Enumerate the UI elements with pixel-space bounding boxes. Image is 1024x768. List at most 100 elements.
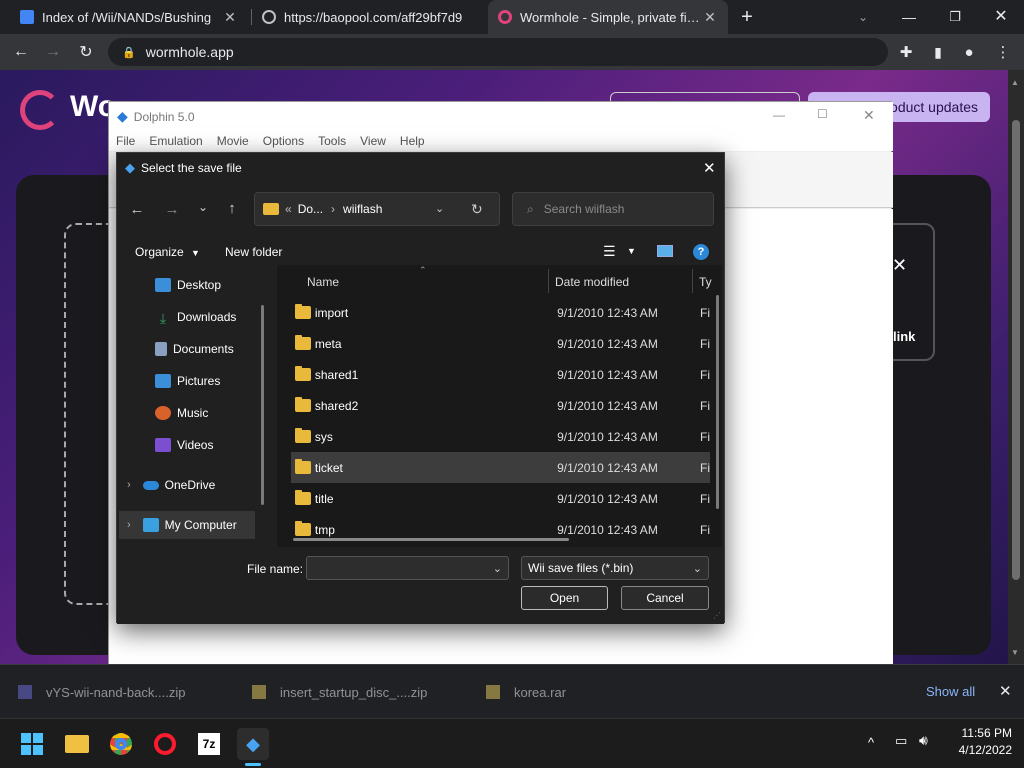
- file-name: meta: [314, 336, 342, 351]
- close-icon[interactable]: ✕: [222, 9, 238, 26]
- download-item[interactable]: vYS-wii-nand-back....zip: [18, 665, 223, 719]
- close-icon[interactable]: ✕: [892, 255, 907, 276]
- volume-icon[interactable]: 🔊︎: [919, 732, 928, 749]
- show-all-link[interactable]: Show all: [926, 684, 975, 699]
- organize-button[interactable]: Organize ▼: [135, 245, 200, 259]
- menu-icon[interactable]: ⋮: [992, 41, 1014, 63]
- chevron-right-icon[interactable]: ›: [127, 519, 131, 531]
- sidepanel-icon[interactable]: ▮: [927, 41, 949, 63]
- up-icon[interactable]: ↑: [221, 200, 243, 217]
- breadcrumb-part-2[interactable]: wiiflash: [343, 202, 382, 216]
- windows-start-icon[interactable]: [16, 728, 48, 760]
- chevron-down-icon[interactable]: ⌄: [435, 202, 444, 215]
- file-row[interactable]: meta 9/1/2010 12:43 AM Fi: [291, 328, 710, 359]
- address-breadcrumb[interactable]: « Do... › wiiflash ⌄ ↻: [254, 192, 500, 226]
- minimize-icon[interactable]: —: [898, 6, 920, 28]
- new-folder-button[interactable]: New folder: [225, 245, 282, 259]
- column-header-name[interactable]: Name: [307, 271, 339, 293]
- breadcrumb-overflow-icon[interactable]: «: [285, 202, 292, 216]
- file-list-h-scrollbar[interactable]: [293, 538, 569, 541]
- column-header-date[interactable]: Date modified: [555, 271, 629, 293]
- menu-movie[interactable]: Movie: [217, 134, 249, 148]
- chevron-right-icon[interactable]: ›: [127, 479, 131, 491]
- chevron-down-icon[interactable]: ⌄: [852, 6, 874, 28]
- clock-time: 11:56 PM: [961, 726, 1012, 740]
- file-name: tmp: [314, 522, 335, 537]
- tab-title: https://baopool.com/aff29bf7d9: [284, 9, 463, 25]
- close-icon[interactable]: ✕: [702, 9, 718, 26]
- recent-locations-icon[interactable]: ⌄: [192, 200, 214, 214]
- menu-tools[interactable]: Tools: [318, 134, 346, 148]
- 7zip-icon[interactable]: 7z: [193, 728, 225, 760]
- column-divider[interactable]: [548, 269, 549, 293]
- chevron-down-icon[interactable]: ⌄: [493, 562, 502, 575]
- clock-date: 4/12/2022: [958, 743, 1012, 757]
- search-input[interactable]: ⌕ Search wiiflash: [512, 192, 714, 226]
- tab-bushing[interactable]: Index of /Wii/NANDs/Bushing ✕: [10, 0, 248, 34]
- file-row[interactable]: shared2 9/1/2010 12:43 AM Fi: [291, 390, 710, 421]
- restore-icon[interactable]: ❐: [944, 6, 966, 28]
- close-icon[interactable]: ✕: [863, 107, 875, 124]
- forward-icon[interactable]: →: [42, 41, 64, 63]
- back-icon[interactable]: ←: [10, 41, 32, 63]
- file-list-scrollbar[interactable]: [716, 295, 719, 509]
- chevron-down-icon[interactable]: ▼: [627, 246, 636, 256]
- resize-grip-icon[interactable]: ⋰: [713, 611, 721, 620]
- scroll-up-icon[interactable]: ▲: [1011, 78, 1019, 87]
- close-icon[interactable]: ✕: [703, 159, 716, 177]
- opera-icon[interactable]: [149, 728, 181, 760]
- address-bar[interactable]: 🔒 wormhole.app: [108, 38, 888, 66]
- file-name: shared2: [314, 398, 359, 413]
- file-type-select[interactable]: Wii save files (*.bin) ⌄: [521, 556, 709, 580]
- column-divider[interactable]: [692, 269, 693, 293]
- download-item[interactable]: insert_startup_disc_....zip: [252, 665, 457, 719]
- file-row[interactable]: ticket 9/1/2010 12:43 AM Fi: [291, 452, 710, 483]
- menu-help[interactable]: Help: [400, 134, 425, 148]
- file-row[interactable]: shared1 9/1/2010 12:43 AM Fi: [291, 359, 710, 390]
- preview-pane-icon[interactable]: [657, 245, 673, 257]
- download-item[interactable]: korea.rar: [486, 665, 691, 719]
- chrome-icon[interactable]: [105, 728, 137, 760]
- desktop-icon: [155, 278, 171, 292]
- chevron-up-icon[interactable]: ^: [868, 735, 874, 750]
- file-name-input[interactable]: ⌄: [306, 556, 509, 580]
- breadcrumb-part-1[interactable]: Do...: [298, 202, 323, 216]
- view-options-icon[interactable]: ☰: [603, 243, 616, 260]
- file-row[interactable]: import 9/1/2010 12:43 AM Fi: [291, 297, 710, 328]
- taskbar-clock[interactable]: 11:56 PM 4/12/2022: [942, 726, 1012, 757]
- menu-file[interactable]: File: [116, 134, 135, 148]
- nav-item-onedrive[interactable]: › OneDrive: [127, 471, 277, 499]
- refresh-icon[interactable]: ↻: [471, 201, 483, 218]
- close-icon[interactable]: ✕: [999, 682, 1012, 700]
- dolphin-taskbar-icon[interactable]: ◆: [237, 728, 269, 760]
- extensions-icon[interactable]: ✚: [895, 41, 917, 63]
- scroll-down-icon[interactable]: ▼: [1011, 648, 1019, 657]
- reload-icon[interactable]: ↻: [75, 41, 97, 63]
- file-row[interactable]: title 9/1/2010 12:43 AM Fi: [291, 483, 710, 514]
- menu-options[interactable]: Options: [263, 134, 304, 148]
- column-header-type[interactable]: Ty: [699, 271, 712, 293]
- forward-icon[interactable]: →: [161, 201, 183, 218]
- back-icon[interactable]: ←: [126, 201, 148, 218]
- file-explorer-icon[interactable]: [61, 728, 93, 760]
- maximize-icon[interactable]: ☐: [817, 107, 828, 121]
- tab-baopool[interactable]: https://baopool.com/aff29bf7d9: [252, 0, 486, 34]
- help-icon[interactable]: ?: [693, 244, 709, 260]
- close-window-icon[interactable]: ✕: [990, 5, 1012, 27]
- network-icon[interactable]: ▭: [895, 733, 907, 749]
- profile-icon[interactable]: ●: [958, 41, 980, 63]
- open-button[interactable]: Open: [521, 586, 608, 610]
- file-row[interactable]: sys 9/1/2010 12:43 AM Fi: [291, 421, 710, 452]
- tab-wormhole[interactable]: Wormhole - Simple, private file s ✕: [488, 0, 728, 34]
- tab-title: Wormhole - Simple, private file s: [520, 9, 702, 25]
- cancel-button[interactable]: Cancel: [621, 586, 709, 610]
- menu-view[interactable]: View: [360, 134, 386, 148]
- page-scrollbar[interactable]: ▲ ▼: [1008, 70, 1024, 664]
- new-tab-icon[interactable]: +: [736, 6, 758, 28]
- nav-item-my-computer[interactable]: › My Computer: [119, 511, 255, 539]
- nav-scrollbar[interactable]: [261, 305, 264, 505]
- scrollbar-thumb[interactable]: [1012, 120, 1020, 580]
- minimize-icon[interactable]: —: [773, 108, 785, 122]
- menu-emulation[interactable]: Emulation: [149, 134, 202, 148]
- copy-link-button[interactable]: link: [893, 329, 915, 344]
